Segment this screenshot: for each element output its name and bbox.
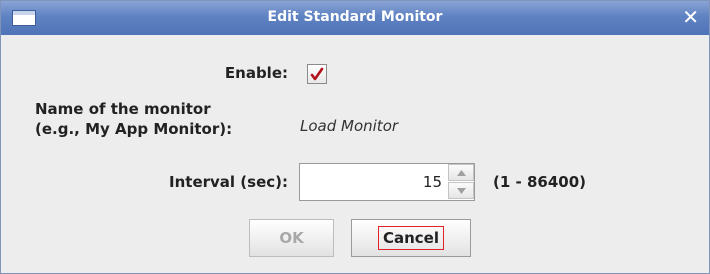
- enable-checkbox[interactable]: [307, 64, 327, 84]
- arrow-down-icon: [457, 188, 466, 194]
- interval-spinner[interactable]: [299, 163, 475, 201]
- interval-range-hint: (1 - 86400): [493, 173, 587, 191]
- interval-input[interactable]: [300, 164, 446, 200]
- monitor-name-value: Load Monitor: [300, 117, 399, 135]
- cancel-button[interactable]: Cancel: [351, 219, 471, 257]
- checkmark-icon: [310, 67, 324, 81]
- title-bar[interactable]: Edit Standard Monitor ✕: [1, 1, 709, 35]
- cancel-button-label: Cancel: [377, 226, 444, 250]
- monitor-name-label-line2: (e.g., My App Monitor):: [35, 120, 233, 138]
- arrow-up-icon: [457, 170, 466, 176]
- interval-label: Interval (sec):: [169, 173, 288, 191]
- monitor-name-label-line1: Name of the monitor: [35, 100, 211, 118]
- ok-button[interactable]: OK: [249, 219, 334, 257]
- dialog-title: Edit Standard Monitor: [267, 9, 443, 25]
- interval-decrement-button[interactable]: [448, 182, 474, 199]
- enable-label: Enable:: [224, 64, 288, 82]
- interval-increment-button[interactable]: [448, 164, 474, 181]
- edit-monitor-dialog: Edit Standard Monitor ✕ Enable: Name of …: [0, 0, 710, 274]
- close-icon[interactable]: ✕: [682, 6, 699, 28]
